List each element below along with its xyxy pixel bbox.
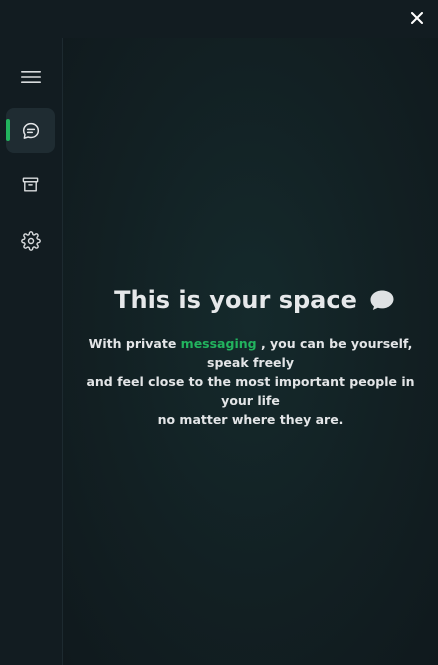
description-line-3: no matter where they are. (157, 412, 344, 427)
description-line-2: and feel close to the most important peo… (86, 374, 415, 408)
empty-state: This is your space With private messagin… (63, 286, 438, 429)
empty-state-title: This is your space (71, 286, 438, 314)
menu-button[interactable] (6, 54, 55, 99)
speech-bubble-icon (369, 289, 395, 311)
archive-box-icon (22, 177, 39, 192)
sidebar (0, 0, 63, 665)
sidebar-item-archive[interactable] (6, 162, 55, 207)
description-line-1: With private messaging , you can be your… (81, 334, 420, 372)
messaging-highlight: messaging (180, 336, 257, 351)
main-panel: This is your space With private messagin… (63, 38, 438, 665)
title-bar (0, 0, 438, 38)
sidebar-item-chats[interactable] (6, 108, 55, 153)
chat-bubble-icon (22, 122, 39, 139)
active-indicator (6, 119, 10, 141)
close-icon (411, 12, 423, 24)
hamburger-menu-icon (20, 70, 41, 83)
line1-prefix: With private (88, 336, 177, 351)
sidebar-item-settings[interactable] (6, 218, 55, 263)
gear-icon (20, 230, 41, 251)
empty-state-description: With private messaging , you can be your… (63, 334, 438, 429)
title-text: This is your space (114, 286, 357, 314)
close-button[interactable] (408, 9, 426, 27)
